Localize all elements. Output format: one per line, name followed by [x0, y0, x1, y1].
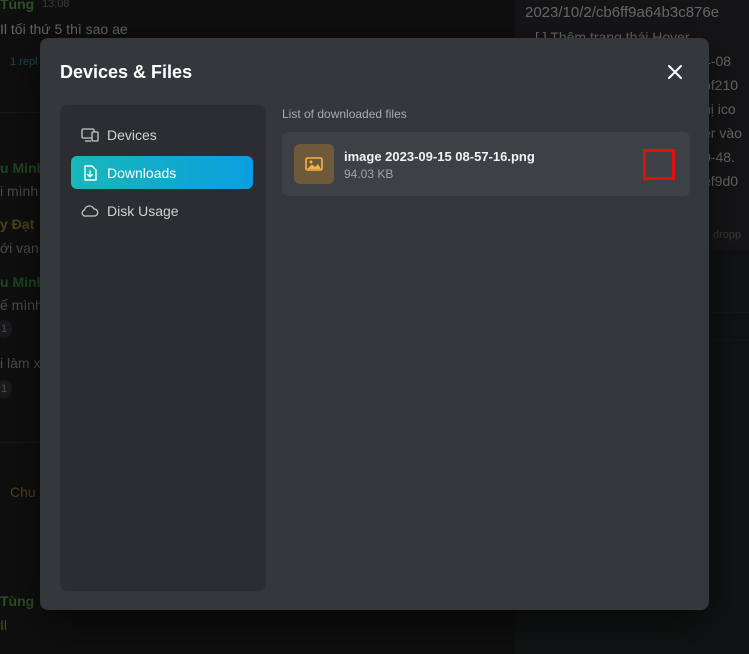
file-name: image 2023-09-15 08-57-16.png [344, 149, 535, 164]
download-file-icon [81, 164, 99, 182]
sidebar-item-disk-usage[interactable]: Disk Usage [71, 194, 253, 227]
sidebar-item-label: Downloads [107, 164, 177, 181]
file-row[interactable]: image 2023-09-15 08-57-16.png 94.03 KB [282, 132, 690, 196]
devices-files-modal: Devices & Files Devices Downloads Disk U… [40, 38, 709, 610]
list-title: List of downloaded files [282, 107, 407, 121]
downloads-panel: List of downloaded files image 2023-09-1… [282, 105, 690, 591]
close-icon[interactable] [665, 62, 685, 82]
modal-sidebar: Devices Downloads Disk Usage [60, 105, 266, 591]
sidebar-item-downloads[interactable]: Downloads [71, 156, 253, 189]
devices-icon [81, 126, 99, 144]
sidebar-item-label: Disk Usage [107, 202, 179, 219]
image-file-icon [294, 144, 334, 184]
file-action-button[interactable] [643, 149, 675, 180]
file-size: 94.03 KB [344, 167, 394, 181]
sidebar-item-devices[interactable]: Devices [71, 118, 253, 151]
sidebar-item-label: Devices [107, 126, 157, 143]
cloud-icon [81, 202, 99, 220]
modal-title: Devices & Files [60, 62, 193, 82]
